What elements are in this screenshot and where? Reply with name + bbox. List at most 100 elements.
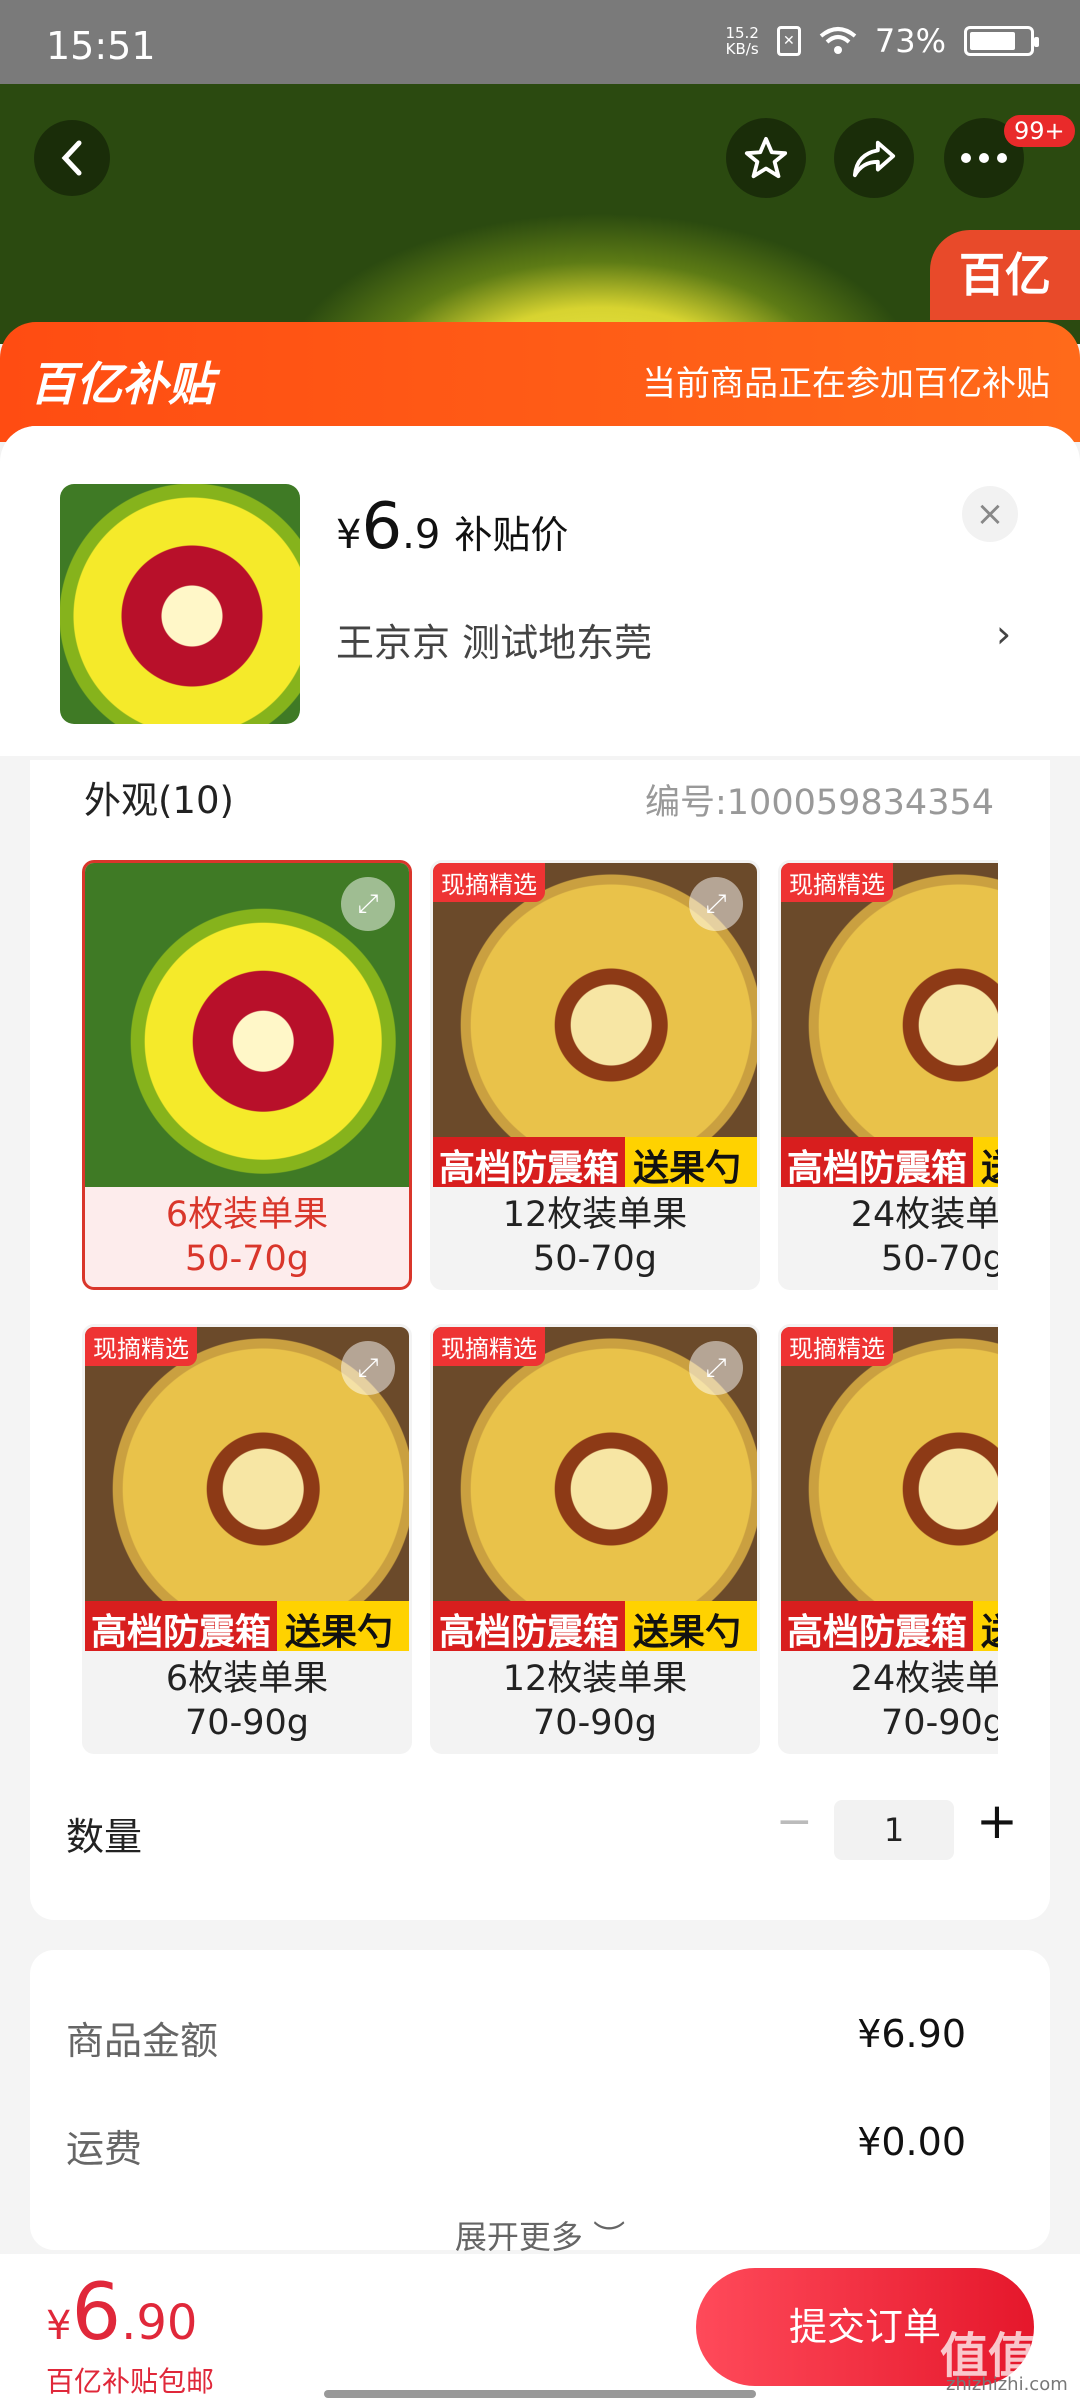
price-decimal: .9 — [402, 512, 441, 558]
quantity-label: 数量 — [66, 1815, 143, 1859]
close-button[interactable]: × — [962, 486, 1018, 542]
strip-gift-text: 送果勺 — [973, 1601, 998, 1653]
quantity-increase-button[interactable]: + — [976, 1792, 1018, 1850]
option-label: 6枚装单果 50-70g — [85, 1187, 409, 1281]
option-weight: 70-90g — [881, 1703, 998, 1743]
option-name: 6枚装单果 — [165, 1195, 329, 1235]
message-badge: 99+ — [1004, 115, 1075, 147]
option-name: 12枚装单果 — [502, 1659, 688, 1699]
expand-icon[interactable]: ⤢ — [341, 1341, 395, 1395]
option-tag: 现摘精选 — [433, 1327, 545, 1366]
goods-amount-value: ¥6.90 — [857, 2012, 966, 2056]
goods-amount-label: 商品金额 — [66, 2019, 219, 2063]
option-weight: 50-70g — [881, 1239, 998, 1279]
option-image: 现摘精选 高档防震箱 送果勺 — [781, 863, 998, 1189]
expand-icon[interactable]: ⤢ — [689, 1341, 743, 1395]
product-hero-image — [0, 84, 1080, 344]
option-strip: 高档防震箱 送果勺 — [781, 1137, 998, 1189]
spec-option[interactable]: 现摘精选 高档防震箱 送果勺 24枚装单果 70-90g — [778, 1324, 998, 1754]
share-icon — [852, 140, 896, 178]
spec-option[interactable]: ⤢ 6枚装单果 50-70g — [82, 860, 412, 1290]
product-code: 编号:100059834354 — [644, 783, 994, 823]
total-integer: 6 — [71, 2268, 122, 2358]
hero-subsidy-logo: 百亿 — [930, 230, 1080, 320]
total-symbol: ¥ — [46, 2303, 72, 2349]
spec-option[interactable]: 现摘精选 ⤢ 高档防震箱 送果勺 12枚装单果 70-90g — [430, 1324, 760, 1754]
spec-options-grid: ⤢ 6枚装单果 50-70g 现摘精选 ⤢ 高档防震箱 送果勺 12枚装单果 5… — [82, 860, 998, 1760]
expand-icon[interactable]: ⤢ — [341, 877, 395, 931]
option-strip: 高档防震箱 送果勺 — [433, 1137, 757, 1189]
price-label: 补贴价 — [454, 513, 569, 557]
subsidy-banner: 百亿补贴 当前商品正在参加百亿补贴 — [0, 322, 1080, 442]
option-label: 24枚装单果 50-70g — [781, 1187, 998, 1281]
back-button[interactable] — [34, 120, 110, 196]
address-chevron-icon[interactable]: › — [996, 612, 1011, 656]
option-name: 24枚装单果 — [850, 1659, 998, 1699]
option-name: 24枚装单果 — [850, 1195, 998, 1235]
sim-icon: ✕ — [776, 26, 801, 56]
status-bar: 15:51 15.2 KB/s ✕ 73% — [0, 0, 1080, 84]
battery-percent: 73% — [874, 22, 946, 60]
status-time: 15:51 — [46, 24, 156, 68]
strip-box-text: 高档防震箱 — [433, 1137, 626, 1189]
battery-icon — [964, 26, 1039, 56]
option-image: ⤢ — [85, 863, 409, 1187]
shipping-label: 运费 — [66, 2127, 143, 2171]
option-weight: 70-90g — [185, 1703, 309, 1743]
option-name: 12枚装单果 — [502, 1195, 688, 1235]
quantity-input[interactable]: 1 — [834, 1800, 954, 1860]
strip-gift-text: 送果勺 — [973, 1137, 998, 1189]
option-tag: 现摘精选 — [781, 1327, 893, 1366]
option-label: 12枚装单果 70-90g — [433, 1651, 757, 1745]
option-image: 现摘精选 ⤢ 高档防震箱 送果勺 — [85, 1327, 409, 1653]
option-image: 现摘精选 ⤢ 高档防震箱 送果勺 — [433, 863, 757, 1189]
status-icons: 15.2 KB/s ✕ 73% — [725, 22, 1039, 60]
option-strip: 高档防震箱 送果勺 — [433, 1601, 757, 1653]
more-dots-icon — [961, 153, 1007, 163]
back-arrow-icon — [61, 140, 82, 176]
net-speed-unit: KB/s — [725, 40, 759, 58]
expand-icon[interactable]: ⤢ — [689, 877, 743, 931]
spec-option[interactable]: 现摘精选 ⤢ 高档防震箱 送果勺 6枚装单果 70-90g — [82, 1324, 412, 1754]
cost-card — [30, 1950, 1050, 2250]
subsidy-price: ¥ 6 .9 补贴价 — [336, 490, 568, 564]
strip-box-text: 高档防震箱 — [85, 1601, 278, 1653]
delivery-address[interactable]: 王京京 测试地东莞 — [336, 612, 652, 667]
option-strip: 高档防震箱 送果勺 — [85, 1601, 409, 1653]
option-weight: 50-70g — [533, 1239, 657, 1279]
option-tag: 现摘精选 — [433, 863, 545, 902]
strip-box-text: 高档防震箱 — [433, 1601, 626, 1653]
net-speed: 15.2 KB/s — [725, 25, 758, 57]
strip-box-text: 高档防震箱 — [781, 1137, 974, 1189]
strip-gift-text: 送果勺 — [625, 1601, 757, 1653]
spec-option[interactable]: 现摘精选 ⤢ 高档防震箱 送果勺 12枚装单果 50-70g — [430, 860, 760, 1290]
star-icon — [744, 136, 788, 179]
favorite-button[interactable] — [726, 118, 806, 198]
watermark-url: zhizhizhi.com — [946, 2374, 1068, 2395]
option-label: 6枚装单果 70-90g — [85, 1651, 409, 1745]
subsidy-brand: 百亿补贴 — [30, 357, 214, 411]
price-integer: 6 — [361, 490, 403, 564]
option-name: 6枚装单果 — [165, 1659, 329, 1699]
home-indicator[interactable] — [324, 2390, 756, 2398]
option-tag: 现摘精选 — [781, 863, 893, 902]
net-speed-value: 15.2 — [725, 24, 759, 42]
strip-gift-text: 送果勺 — [277, 1601, 409, 1653]
option-image: 现摘精选 ⤢ 高档防震箱 送果勺 — [433, 1327, 757, 1653]
option-label: 12枚装单果 50-70g — [433, 1187, 757, 1281]
expand-more-button[interactable]: 展开更多 ︶ — [0, 2212, 1080, 2258]
share-button[interactable] — [834, 118, 914, 198]
free-shipping-note: 百亿补贴包邮 — [46, 2365, 215, 2398]
total-price: ¥ 6 .90 — [46, 2268, 197, 2358]
subsidy-note: 当前商品正在参加百亿补贴 — [642, 364, 1050, 404]
quantity-decrease-button[interactable]: − — [776, 1796, 813, 1847]
price-symbol: ¥ — [336, 512, 362, 558]
spec-title: 外观(10) — [84, 779, 234, 822]
spec-option[interactable]: 现摘精选 高档防震箱 送果勺 24枚装单果 50-70g — [778, 860, 998, 1290]
strip-gift-text: 送果勺 — [625, 1137, 757, 1189]
option-tag: 现摘精选 — [85, 1327, 197, 1366]
option-label: 24枚装单果 70-90g — [781, 1651, 998, 1745]
shipping-value: ¥0.00 — [857, 2120, 966, 2164]
strip-box-text: 高档防震箱 — [781, 1601, 974, 1653]
wifi-icon — [819, 27, 857, 54]
